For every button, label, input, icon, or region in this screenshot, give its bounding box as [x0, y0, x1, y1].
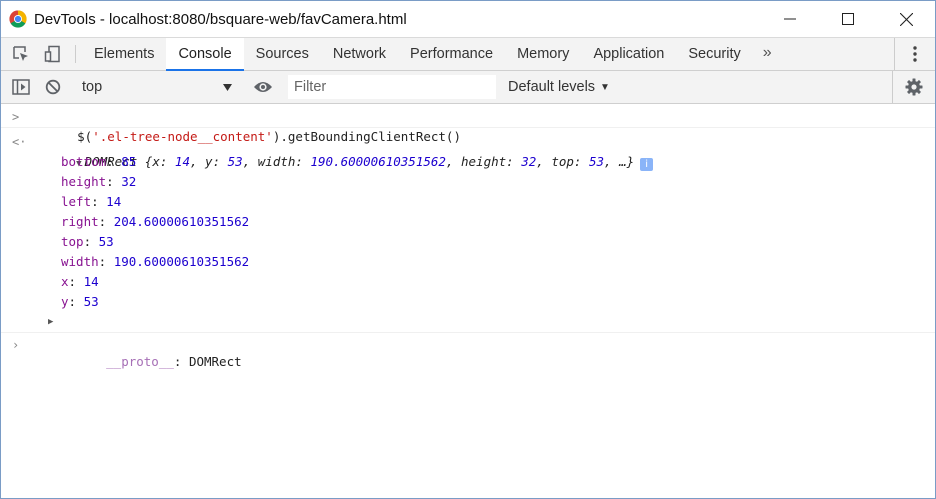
log-levels-label: Default levels [508, 79, 596, 95]
context-value: top [82, 79, 103, 95]
tab-label: Elements [94, 46, 155, 62]
property-key: top [61, 234, 84, 249]
double-chevron-icon: » [762, 44, 772, 61]
property-row: left: 14 [61, 194, 122, 209]
maximize-button[interactable] [819, 1, 877, 37]
tab-label: Network [332, 46, 387, 62]
gear-icon [905, 78, 923, 96]
property-key: x [61, 274, 69, 289]
prompt-chevron-icon: › [12, 338, 20, 352]
clear-console-button[interactable] [37, 71, 69, 103]
tab-sources[interactable]: Sources [244, 38, 321, 70]
minimize-button[interactable] [761, 1, 819, 37]
chrome-icon [9, 10, 27, 28]
tab-network[interactable]: Network [321, 38, 398, 70]
property-row: y: 53 [61, 294, 99, 309]
console-toolbar: top Default levels ▼ [1, 71, 935, 104]
panel-tab-bar: Elements Console Sources Network Perform… [1, 37, 935, 71]
property-row: bottom: 85 [61, 154, 137, 169]
device-toggle-icon [44, 45, 60, 63]
input-chevron-icon: > [12, 110, 20, 124]
console-settings-button[interactable] [892, 71, 935, 103]
console-output[interactable]: > $('.el-tree-node__content').getBounding… [1, 104, 935, 498]
property-value: 14 [106, 194, 122, 209]
property-key: left [61, 194, 92, 209]
expand-triangle-icon[interactable]: ▶ [48, 312, 53, 332]
tab-label: Security [688, 46, 741, 62]
kebab-menu-icon [913, 46, 917, 62]
tab-console[interactable]: Console [166, 38, 244, 71]
tab-label: Memory [517, 46, 570, 62]
device-toolbar-button[interactable] [37, 38, 69, 70]
window-controls [761, 1, 935, 37]
property-key: y [61, 294, 69, 309]
property-value: 32 [121, 174, 137, 189]
console-input-message: > $('.el-tree-node__content').getBounding… [1, 107, 935, 144]
property-row: width: 190.60000610351562 [61, 254, 250, 269]
property-value: 53 [83, 294, 99, 309]
tab-memory[interactable]: Memory [505, 38, 581, 70]
property-value: 190.60000610351562 [113, 254, 250, 269]
property-key: bottom [61, 154, 107, 169]
minimize-icon [784, 18, 796, 20]
live-expression-button[interactable] [247, 71, 279, 103]
context-selector[interactable]: top [74, 75, 238, 99]
property-value: 85 [121, 154, 137, 169]
filter-input[interactable] [288, 75, 496, 99]
tab-label: Application [593, 46, 665, 62]
toolbar-divider [75, 45, 76, 63]
close-icon [899, 12, 913, 26]
property-key: width [61, 254, 99, 269]
property-key: right [61, 214, 99, 229]
log-levels-dropdown[interactable]: Default levels ▼ [508, 79, 610, 95]
customize-devtools-button[interactable] [894, 38, 935, 70]
inspect-cursor-icon [13, 46, 28, 61]
property-row: x: 14 [61, 274, 99, 289]
block-icon [45, 79, 61, 95]
property-row: height: 32 [61, 174, 137, 189]
inspect-element-button[interactable] [5, 38, 37, 70]
property-row: right: 204.60000610351562 [61, 214, 250, 229]
tab-elements[interactable]: Elements [82, 38, 166, 70]
proto-key: __proto__ [106, 354, 174, 369]
proto-value: DOMRect [188, 354, 242, 369]
tab-label: Performance [410, 46, 494, 62]
tab-security[interactable]: Security [676, 38, 752, 70]
show-sidebar-button[interactable] [5, 71, 37, 103]
eye-icon [254, 82, 272, 92]
property-key: height [61, 174, 107, 189]
console-prompt[interactable]: › [1, 335, 935, 355]
window-title: DevTools - localhost:8080/bsquare-web/fa… [34, 10, 407, 28]
tab-label: Console [178, 45, 232, 62]
close-button[interactable] [877, 1, 935, 37]
dropdown-arrow-icon [223, 83, 232, 91]
devtools-window: DevTools - localhost:8080/bsquare-web/fa… [0, 0, 936, 499]
maximize-icon [842, 13, 854, 25]
tab-application[interactable]: Application [581, 38, 676, 70]
title-bar: DevTools - localhost:8080/bsquare-web/fa… [1, 1, 935, 37]
sidebar-toggle-icon [12, 79, 30, 95]
proto-row[interactable]: ▶ __proto__: DOMRect [1, 312, 935, 369]
console-result-message[interactable]: <· ▼ DOMRect {x: 14, y: 53, width: 190.600… [1, 132, 935, 171]
more-tabs-button[interactable]: » [753, 38, 782, 70]
object-properties: bottom: 85 height: 32 left: 14 right: 204.6… [1, 152, 935, 312]
property-value: 14 [83, 274, 99, 289]
property-row: top: 53 [61, 234, 114, 249]
dropdown-arrow-icon: ▼ [600, 81, 610, 93]
property-value: 204.60000610351562 [113, 214, 250, 229]
result-arrow-icon: <· [12, 135, 27, 149]
property-value: 53 [98, 234, 114, 249]
tab-label: Sources [255, 46, 309, 62]
tab-performance[interactable]: Performance [398, 38, 505, 70]
